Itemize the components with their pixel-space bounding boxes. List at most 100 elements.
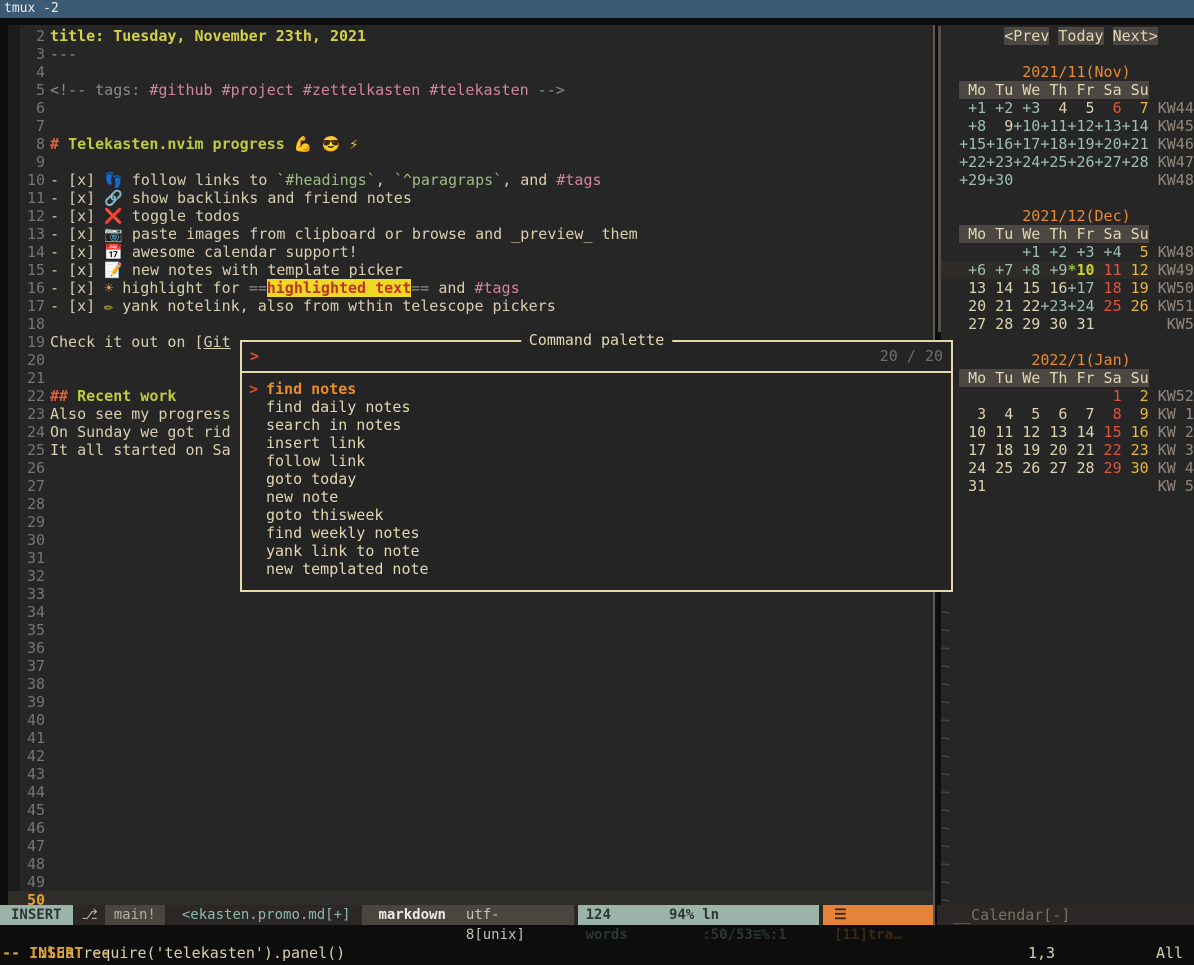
palette-item[interactable]: new templated note <box>242 560 951 578</box>
calendar-week-row[interactable]: 3 4 5 6 7 8 9 KW 1 <box>941 405 1194 423</box>
editor-line[interactable]: 14- [x] 📅 awesome calendar support! <box>8 243 933 261</box>
calendar-day-cell <box>959 243 1013 261</box>
week-number: KW51 <box>1158 297 1194 315</box>
progress-percent: 94% <box>669 905 694 925</box>
editor-line[interactable]: 35 <box>8 621 933 639</box>
line-number: 39 <box>8 693 45 711</box>
editor-line[interactable]: 50 <box>8 891 933 905</box>
calendar-week-row[interactable]: +29+30 KW48 <box>941 171 1194 189</box>
text-segment: == <box>249 279 267 297</box>
calendar-week-row[interactable]: +8 9+10+11+12+13+14 KW45 <box>941 117 1194 135</box>
editor-line[interactable]: 42 <box>8 747 933 765</box>
calendar-day-cell: +2 <box>1040 243 1067 261</box>
tmux-title: tmux -2 <box>4 1 59 16</box>
calendar-day-cell: +4 <box>1095 243 1122 261</box>
text-segment: ☀ <box>104 279 113 297</box>
palette-item[interactable]: find weekly notes <box>242 524 951 542</box>
palette-item[interactable]: find daily notes <box>242 398 951 416</box>
calendar-week-row[interactable]: +6 +7 +8 +9*10 11 12 KW49 <box>941 261 1194 279</box>
editor-line[interactable]: 12- [x] ❌ toggle todos <box>8 207 933 225</box>
palette-item[interactable]: goto thisweek <box>242 506 951 524</box>
command-line[interactable]: :lua require('telekasten').panel() <box>0 925 1194 944</box>
palette-item[interactable]: goto today <box>242 470 951 488</box>
palette-item[interactable]: follow link <box>242 452 951 470</box>
palette-item[interactable]: search in notes <box>242 416 951 434</box>
calendar-week-row[interactable]: +1 +2 +3 4 5 6 7 KW44 <box>941 99 1194 117</box>
calendar-week-row[interactable]: 17 18 19 20 21 22 23 KW 3 <box>941 441 1194 459</box>
calendar-line <box>941 567 1194 585</box>
calendar-week-row[interactable]: 31 KW 5 <box>941 477 1194 495</box>
editor-line[interactable]: 36 <box>8 639 933 657</box>
editor-line[interactable]: 4 <box>8 63 933 81</box>
calendar-week-row[interactable]: 27 28 29 30 31 KW5 <box>941 315 1194 333</box>
calendar-week-row[interactable]: 10 11 12 13 14 15 16 KW 2 <box>941 423 1194 441</box>
calendar-week-row[interactable]: +22+23+24+25+26+27+28 KW47 <box>941 153 1194 171</box>
week-number: KW5 <box>1158 315 1194 333</box>
line-number: 20 <box>8 351 45 369</box>
calendar-week-row[interactable]: 13 14 15 16+17 18 19 KW50 <box>941 279 1194 297</box>
text-segment: `#headings` <box>276 171 375 189</box>
line-number: 4 <box>8 63 45 81</box>
calendar-week-row[interactable]: 1 2 KW52 <box>941 387 1194 405</box>
tmux-titlebar: tmux -2 <box>0 0 1194 18</box>
palette-item[interactable]: >find notes <box>242 380 951 398</box>
editor-line[interactable]: 15- [x] 📝 new notes with template picker <box>8 261 933 279</box>
month-title: 2021/12(Dec) <box>1022 207 1130 225</box>
editor-line[interactable]: 48 <box>8 855 933 873</box>
editor-line[interactable]: 45 <box>8 801 933 819</box>
calendar-week-row[interactable]: +1 +2 +3 +4 5 KW48 <box>941 243 1194 261</box>
calendar-window[interactable]: <Prev Today Next> 2021/11(Nov) Mo Tu We … <box>941 25 1194 905</box>
calendar-day-cell: +9 <box>1040 261 1067 279</box>
week-number: KW48 <box>1158 171 1194 189</box>
next-button[interactable]: Next> <box>1113 27 1158 45</box>
editor-line[interactable]: 17- [x] ✏ yank notelink, also from wthin… <box>8 297 933 315</box>
editor-line[interactable]: 43 <box>8 765 933 783</box>
editor-line[interactable]: 13- [x] 📷 paste images from clipboard or… <box>8 225 933 243</box>
editor-line[interactable]: 37 <box>8 657 933 675</box>
editor-line[interactable]: 40 <box>8 711 933 729</box>
palette-item[interactable]: new note <box>242 488 951 506</box>
calendar-week-row[interactable]: 20 21 22+23+24 25 26 KW51 <box>941 297 1194 315</box>
editor-line[interactable]: 11- [x] 🔗 show backlinks and friend note… <box>8 189 933 207</box>
text-segment: Also see my progress <box>50 405 231 423</box>
editor-line[interactable]: 5<!-- tags: #github #project #zettelkast… <box>8 81 933 99</box>
today-button[interactable]: Today <box>1058 27 1103 45</box>
editor-line[interactable]: 9 <box>8 153 933 171</box>
editor-line[interactable]: 47 <box>8 837 933 855</box>
editor-line[interactable]: 18 <box>8 315 933 333</box>
week-number: KW48 <box>1158 243 1194 261</box>
palette-item[interactable]: yank link to note <box>242 542 951 560</box>
editor-line[interactable]: 7 <box>8 117 933 135</box>
calendar-day-cell: +30 <box>986 171 1013 189</box>
editor-line[interactable]: 44 <box>8 783 933 801</box>
line-number: 17 <box>8 297 45 315</box>
calendar-week-row[interactable]: 24 25 26 27 28 29 30 KW 4 <box>941 459 1194 477</box>
calendar-day-cell: +24 <box>1067 297 1094 315</box>
line-number: 26 <box>8 459 45 477</box>
empty-line-tilde: ~ <box>941 621 1194 639</box>
editor-line[interactable]: 41 <box>8 729 933 747</box>
calendar-day-cell: 7 <box>1122 99 1149 117</box>
editor-line[interactable]: 6 <box>8 99 933 117</box>
palette-search-input[interactable]: > 20 / 20 <box>242 342 951 371</box>
prev-button[interactable]: <Prev <box>1004 27 1049 45</box>
editor-line[interactable]: 46 <box>8 819 933 837</box>
editor-line[interactable]: 3--- <box>8 45 933 63</box>
editor-line[interactable]: 49 <box>8 873 933 891</box>
editor-line[interactable]: 16- [x] ☀ highlight for ==highlighted te… <box>8 279 933 297</box>
calendar-day-cell: 27 28 29 30 31 <box>959 315 1149 333</box>
calendar-day-cell: +13 <box>1095 117 1122 135</box>
editor-line[interactable]: 8# Telekasten.nvim progress 💪 😎 ⚡ <box>8 135 933 153</box>
tab-indicator[interactable]: ☰ [11]tra… <box>823 905 933 925</box>
calendar-day-cell: 25 <box>1095 297 1122 315</box>
editor-line[interactable]: 2title: Tuesday, November 23th, 2021 <box>8 27 933 45</box>
editor-line[interactable]: 34 <box>8 603 933 621</box>
empty-line-tilde: ~ <box>941 891 1194 905</box>
palette-item[interactable]: insert link <box>242 434 951 452</box>
editor-line[interactable]: 10- [x] 👣 follow links to `#headings`, `… <box>8 171 933 189</box>
calendar-week-row[interactable]: +15+16+17+18+19+20+21 KW46 <box>941 135 1194 153</box>
calendar-day-cell: 8 <box>1095 405 1122 423</box>
line-number: 28 <box>8 495 45 513</box>
editor-line[interactable]: 39 <box>8 693 933 711</box>
editor-line[interactable]: 38 <box>8 675 933 693</box>
